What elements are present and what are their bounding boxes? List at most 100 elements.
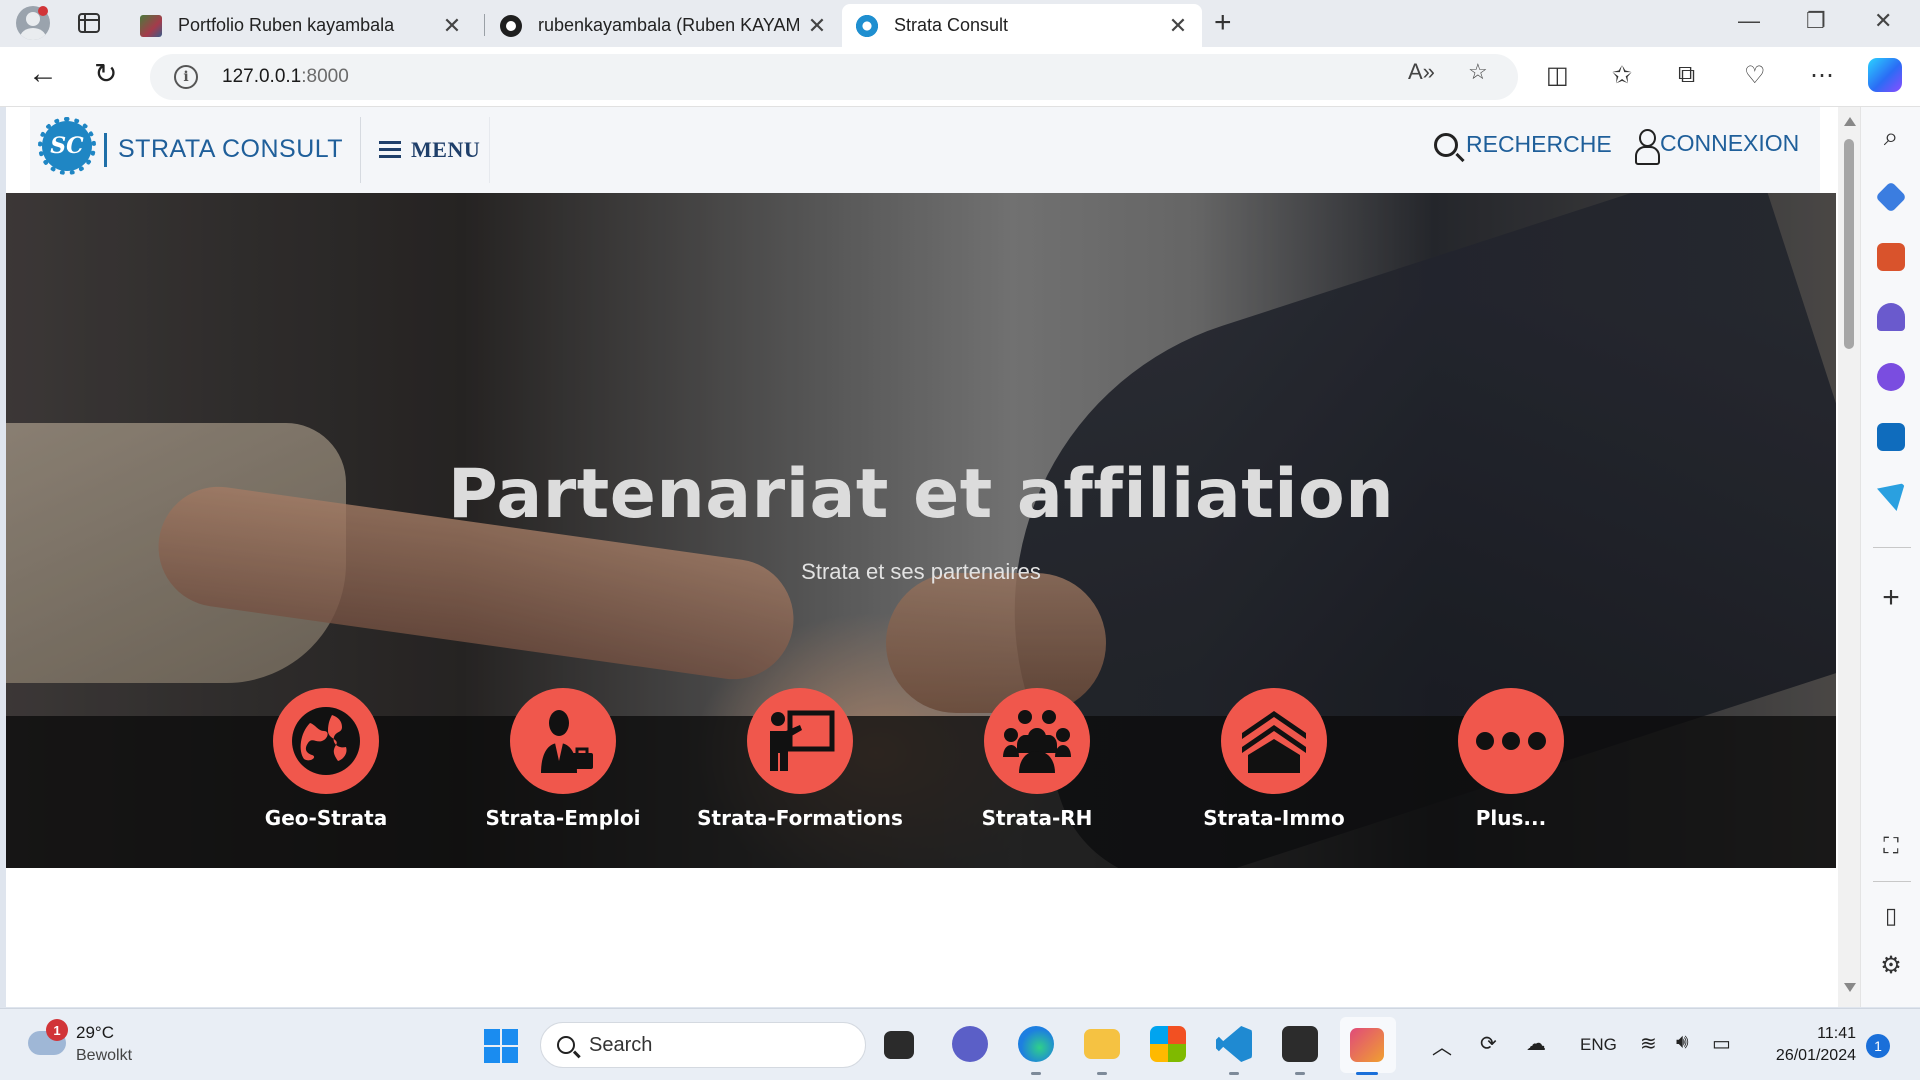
hide-sidebar-icon[interactable]: ▯ [1875, 903, 1907, 929]
language-indicator[interactable]: ENG [1580, 1035, 1617, 1055]
service-strata-immo[interactable]: Strata-Immo [1159, 688, 1389, 830]
drop-send-icon[interactable] [1877, 483, 1905, 511]
login-link[interactable]: CONNEXION [1634, 129, 1799, 165]
search-icon [557, 1036, 575, 1054]
app-active-indicator [1356, 1072, 1378, 1075]
search-icon [1434, 132, 1458, 157]
service-strata-formations[interactable]: Strata-Formations [685, 688, 915, 830]
close-tab-icon[interactable]: ✕ [442, 13, 462, 39]
app-running-indicator [1097, 1072, 1107, 1075]
clock-date: 26/01/2024 [1775, 1047, 1856, 1064]
wifi-icon[interactable]: ≋ [1640, 1031, 1657, 1056]
show-hidden-icons-chevron-icon[interactable]: ︿ [1432, 1031, 1452, 1060]
brand-name[interactable]: STRATA CONSULT [118, 135, 343, 164]
read-aloud-icon[interactable]: A» [1408, 59, 1435, 85]
browser-essentials-icon[interactable]: ♡ [1744, 61, 1766, 90]
copilot-icon[interactable] [1868, 58, 1902, 92]
edge-browser-icon[interactable] [1018, 1026, 1054, 1062]
microsoft-store-icon[interactable] [1150, 1026, 1186, 1062]
weather-alert-badge: 1 [46, 1019, 68, 1041]
site-info-icon[interactable]: i [174, 65, 198, 89]
snipping-tool-icon[interactable] [1350, 1028, 1384, 1062]
favorites-list-icon[interactable]: ✩ [1612, 61, 1632, 90]
scroll-up-arrow-icon[interactable] [1844, 117, 1856, 126]
address-bar[interactable]: i 127.0.0.1:8000 [150, 54, 1518, 100]
games-chess-icon[interactable] [1877, 303, 1905, 331]
service-strata-rh[interactable]: Strata-RH [922, 688, 1152, 830]
github-favicon-icon [500, 14, 522, 37]
restore-icon[interactable]: ❐ [1806, 8, 1826, 34]
more-menu-icon[interactable]: ⋯ [1810, 61, 1834, 90]
scrollbar-thumb[interactable] [1844, 139, 1854, 349]
minimize-icon[interactable]: — [1738, 8, 1760, 34]
settings-gear-icon[interactable]: ⚙ [1875, 951, 1907, 980]
menu-button[interactable]: MENU [360, 117, 490, 183]
service-label: Geo-Strata [264, 806, 388, 830]
page-viewport: SC STRATA CONSULT MENU RECHERCHE CONNEXI… [6, 107, 1860, 1007]
service-plus[interactable]: Plus... [1396, 688, 1626, 830]
tab-github[interactable]: rubenkayambala (Ruben KAYAMBALA) ✕ [486, 4, 841, 47]
sync-icon[interactable]: ⟳ [1480, 1031, 1497, 1056]
strata-logo-icon[interactable]: SC [38, 117, 96, 175]
teams-chat-icon[interactable] [952, 1026, 988, 1062]
hamburger-icon [379, 141, 401, 159]
back-arrow-icon[interactable]: ← [28, 59, 58, 89]
scroll-down-arrow-icon[interactable] [1844, 983, 1856, 992]
notification-count-badge[interactable]: 1 [1866, 1034, 1890, 1058]
service-strata-emploi[interactable]: Strata-Emploi [448, 688, 678, 830]
favorite-star-icon[interactable]: ☆ [1468, 59, 1488, 85]
shopping-tag-icon[interactable] [1875, 181, 1907, 213]
onedrive-cloud-icon[interactable]: ☁ [1526, 1031, 1546, 1056]
logo-text: SC [50, 133, 84, 159]
windows-taskbar: 1 29°C Bewolkt Search ︿ ⟳ ☁ ENG ≋ 🔊︎ ▭ 1… [0, 1008, 1920, 1080]
taskbar-search[interactable]: Search [540, 1022, 866, 1068]
close-tab-icon[interactable]: ✕ [1168, 13, 1188, 39]
profile-notification-dot [38, 6, 48, 16]
windows-start-icon[interactable] [484, 1029, 518, 1063]
more-dots-icon [1458, 688, 1564, 794]
vscode-icon[interactable] [1216, 1026, 1252, 1062]
page-scrollbar[interactable] [1838, 107, 1860, 1007]
microsoft-365-icon[interactable] [1877, 363, 1905, 391]
app-running-indicator [1229, 1072, 1239, 1075]
tab-title: rubenkayambala (Ruben KAYAMBALA) [538, 15, 799, 35]
tools-briefcase-icon[interactable] [1877, 243, 1905, 271]
reload-icon[interactable]: ↻ [94, 59, 117, 89]
volume-icon[interactable]: 🔊︎ [1676, 1031, 1689, 1054]
service-geo-strata[interactable]: Geo-Strata [211, 688, 441, 830]
close-window-icon[interactable]: ✕ [1874, 8, 1892, 34]
sidebar-divider [1873, 547, 1911, 548]
employee-icon [510, 688, 616, 794]
terminal-icon[interactable] [1282, 1026, 1318, 1062]
tab-separator [484, 14, 485, 36]
app-running-indicator [1295, 1072, 1305, 1075]
search-link[interactable]: RECHERCHE [1434, 131, 1612, 158]
outlook-icon[interactable] [1877, 423, 1905, 451]
new-tab-plus-icon[interactable]: + [1214, 8, 1232, 38]
tab-actions-icon[interactable] [78, 13, 100, 33]
battery-icon[interactable]: ▭ [1712, 1031, 1731, 1056]
logo-divider [104, 133, 107, 167]
system-clock[interactable]: 11:41 26/01/2024 [1756, 1023, 1856, 1067]
weather-description[interactable]: Bewolkt [76, 1047, 132, 1065]
screenshot-icon[interactable]: ⛶ [1875, 833, 1907, 859]
sidebar-search-icon[interactable]: ⌕ [1875, 121, 1907, 153]
url-port: :8000 [301, 66, 349, 87]
add-sidebar-app-icon[interactable]: + [1875, 581, 1907, 615]
tab-portfolio[interactable]: Portfolio Ruben kayambala ✕ [126, 4, 476, 47]
services-band: Geo-Strata Strata-Emploi Strata-Formatio… [6, 688, 1836, 868]
edge-sidebar: ⌕ + ⛶ ▯ ⚙ [1860, 107, 1920, 1007]
service-label: Strata-Emploi [485, 806, 641, 830]
file-explorer-icon[interactable] [1084, 1029, 1120, 1059]
portfolio-favicon-icon [140, 14, 162, 37]
task-view-icon[interactable] [884, 1031, 914, 1059]
site-header: SC STRATA CONSULT MENU RECHERCHE CONNEXI… [30, 107, 1820, 193]
service-label: Strata-Formations [697, 806, 903, 830]
close-tab-icon[interactable]: ✕ [807, 13, 827, 39]
menu-label: MENU [411, 137, 481, 162]
collections-icon[interactable]: ⧉ [1678, 61, 1695, 89]
url-host: 127.0.0.1 [222, 66, 302, 87]
split-screen-icon[interactable]: ◫ [1546, 61, 1569, 90]
weather-temperature[interactable]: 29°C [76, 1023, 114, 1043]
tab-strata-consult[interactable]: Strata Consult ✕ [842, 4, 1202, 47]
